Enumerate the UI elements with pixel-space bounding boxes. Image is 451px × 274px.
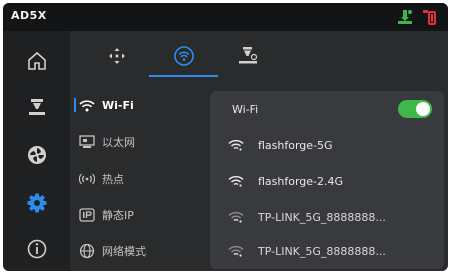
wifi-network-item[interactable]: TP-LINK_5G_8888888... bbox=[210, 199, 444, 235]
wifi-signal-strong-icon bbox=[228, 138, 248, 152]
menu-item-label: 网络模式 bbox=[102, 245, 146, 258]
sidebar-item-print[interactable] bbox=[3, 89, 70, 129]
fan-icon bbox=[26, 144, 48, 170]
settings-gear-icon bbox=[26, 192, 48, 218]
globe-icon bbox=[78, 243, 96, 259]
top-status-bar: AD5X bbox=[3, 3, 448, 31]
wifi-header-label: Wi-Fi bbox=[232, 102, 259, 116]
main-sidebar bbox=[3, 31, 70, 271]
network-submenu: Wi-Fi 以太网 热点 静态IP 网络模式 bbox=[70, 83, 210, 271]
wifi-network-item[interactable]: flashforge-2.4G bbox=[210, 163, 444, 199]
menu-item-static-ip[interactable]: 静态IP bbox=[78, 203, 208, 227]
printer-screen: AD5X Wi-Fi 以太网 热点 静态IP 网络模式 Wi-Fi flashf… bbox=[3, 3, 448, 271]
menu-item-ethernet[interactable]: 以太网 bbox=[78, 130, 208, 154]
info-icon bbox=[26, 238, 48, 264]
tab-motion[interactable] bbox=[92, 41, 142, 75]
menu-item-label: Wi-Fi bbox=[102, 98, 134, 112]
tab-network[interactable] bbox=[159, 41, 209, 75]
printer-model-label: AD5X bbox=[11, 9, 47, 22]
active-menu-indicator bbox=[74, 98, 76, 112]
wifi-toggle[interactable] bbox=[398, 100, 432, 118]
home-icon bbox=[26, 50, 48, 76]
menu-item-label: 静态IP bbox=[102, 209, 134, 222]
menu-item-wifi[interactable]: Wi-Fi bbox=[74, 93, 208, 117]
ethernet-icon bbox=[78, 134, 96, 150]
wifi-signal-weak-icon bbox=[228, 210, 248, 224]
menu-item-label: 热点 bbox=[102, 173, 124, 186]
menu-item-label: 以太网 bbox=[102, 136, 135, 149]
sidebar-item-info[interactable] bbox=[3, 231, 70, 271]
wifi-panel: Wi-Fi flashforge-5G flashforge-2.4G TP-L… bbox=[210, 91, 444, 269]
move-axes-icon bbox=[107, 46, 127, 70]
wifi-network-item[interactable]: TP-LINK_5G_8888888... bbox=[210, 233, 444, 269]
nozzle-calibration-icon bbox=[237, 46, 259, 70]
sidebar-item-fan[interactable] bbox=[3, 137, 70, 177]
sidebar-item-settings[interactable] bbox=[3, 185, 70, 225]
tab-calibration[interactable] bbox=[223, 41, 273, 75]
wifi-ssid: flashforge-2.4G bbox=[258, 174, 344, 188]
filament-spool-icon[interactable] bbox=[421, 8, 439, 26]
sidebar-item-home[interactable] bbox=[3, 43, 70, 83]
wifi-circle-icon bbox=[173, 45, 195, 71]
printer-status-icon[interactable] bbox=[396, 8, 414, 26]
print-head-icon bbox=[26, 96, 48, 122]
menu-item-hotspot[interactable]: 热点 bbox=[78, 167, 208, 191]
toggle-knob bbox=[416, 102, 430, 116]
wifi-network-item[interactable]: flashforge-5G bbox=[210, 127, 444, 163]
hotspot-icon bbox=[78, 171, 96, 187]
menu-item-network-mode[interactable]: 网络模式 bbox=[78, 239, 208, 263]
wifi-ssid: TP-LINK_5G_8888888... bbox=[258, 244, 386, 258]
wifi-signal-strong-icon bbox=[228, 174, 248, 188]
active-tab-indicator bbox=[149, 75, 218, 77]
wifi-ssid: flashforge-5G bbox=[258, 138, 333, 152]
settings-tab-bar bbox=[70, 31, 448, 83]
wifi-ssid: TP-LINK_5G_8888888... bbox=[258, 210, 386, 224]
wifi-icon bbox=[78, 97, 96, 113]
static-ip-icon bbox=[78, 207, 96, 223]
wifi-toggle-row: Wi-Fi bbox=[210, 91, 444, 127]
wifi-signal-weak-icon bbox=[228, 244, 248, 258]
